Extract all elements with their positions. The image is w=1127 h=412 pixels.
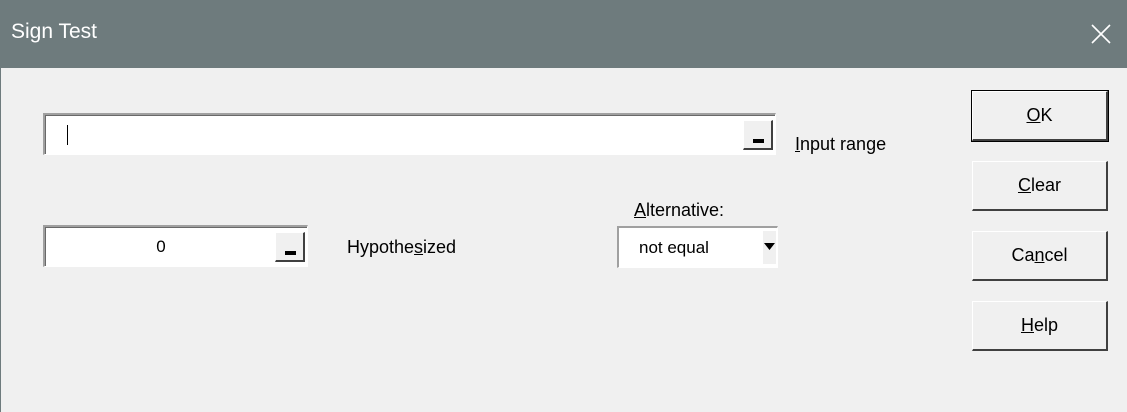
title-bar: Sign Test xyxy=(1,0,1127,68)
hypothesized-collapse-button[interactable] xyxy=(275,232,305,262)
clear-button[interactable]: Clear xyxy=(972,161,1108,211)
range-collapse-icon xyxy=(285,251,296,255)
text-caret xyxy=(67,125,68,145)
alternative-selected-value: not equal xyxy=(639,238,709,257)
alternative-label: Alternative: xyxy=(634,200,725,220)
ok-button[interactable]: OK xyxy=(971,90,1109,142)
alternative-select[interactable]: not equal xyxy=(617,226,778,268)
input-range-field[interactable] xyxy=(43,113,776,155)
input-range-collapse-button[interactable] xyxy=(743,120,773,150)
hypothesized-value: 0 xyxy=(156,237,166,256)
window-title: Sign Test xyxy=(11,20,97,43)
input-range-label: Input range xyxy=(795,134,887,154)
hypothesized-field[interactable]: 0 xyxy=(43,225,308,267)
close-button[interactable] xyxy=(1081,12,1121,56)
close-icon xyxy=(1091,24,1111,44)
chevron-down-icon xyxy=(764,243,775,250)
range-collapse-icon xyxy=(753,139,764,143)
dropdown-button[interactable] xyxy=(763,231,776,264)
cancel-button[interactable]: Cancel xyxy=(972,231,1108,281)
hypothesized-label: Hypothesized xyxy=(347,237,457,257)
sign-test-dialog: Sign Test Input range 0 Hypothesized Alt… xyxy=(0,0,1127,412)
help-button[interactable]: Help xyxy=(972,301,1108,351)
